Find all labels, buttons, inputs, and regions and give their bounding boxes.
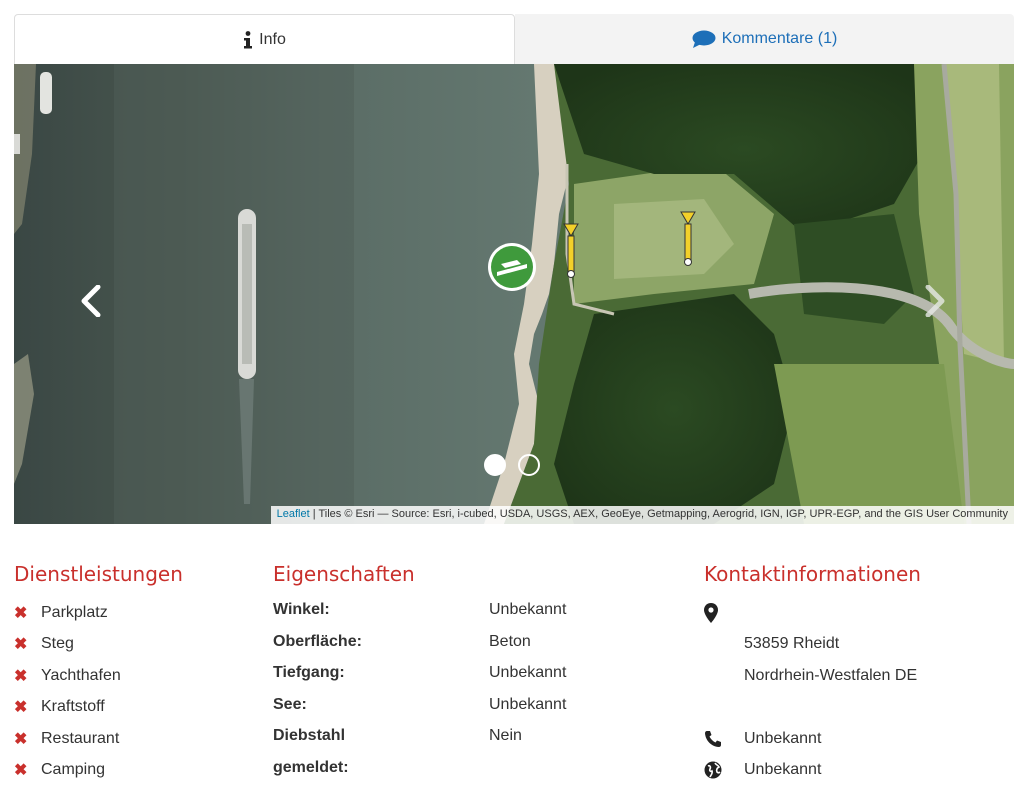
service-label: Yachthafen xyxy=(41,666,121,684)
service-label: Restaurant xyxy=(41,729,120,747)
website-value[interactable]: Unbekannt xyxy=(744,761,821,779)
cross-icon: ✖ xyxy=(14,636,28,654)
table-row: Winkel: Unbekannt xyxy=(273,597,566,629)
cross-icon: ✖ xyxy=(14,604,28,622)
list-item: ✖ Yachthafen xyxy=(14,660,121,692)
table-row: gemeldet: xyxy=(273,755,566,787)
table-row: Diebstahl Nein xyxy=(273,723,566,755)
cross-icon: ✖ xyxy=(14,667,28,685)
attribution-text: | Tiles © Esri — Source: Esri, i-cubed, … xyxy=(309,508,1008,520)
tab-info[interactable]: Info xyxy=(14,14,515,64)
tab-bar: Info Kommentare (1) xyxy=(14,14,1014,64)
contact-info: 53859 Rheidt Nordrhein-Westfalen DE Unbe… xyxy=(704,597,917,786)
carousel-prev-button[interactable] xyxy=(76,281,106,325)
list-item: ✖ Steg xyxy=(14,629,121,661)
list-item: ✖ Kraftstoff xyxy=(14,692,121,724)
service-label: Parkplatz xyxy=(41,603,108,621)
carousel-dot[interactable] xyxy=(518,454,540,476)
property-label: gemeldet: xyxy=(273,758,349,776)
service-label: Camping xyxy=(41,761,106,779)
info-icon xyxy=(243,30,253,49)
spacer-row xyxy=(704,692,917,724)
table-row: See: Unbekannt xyxy=(273,692,566,724)
chevron-left-icon xyxy=(80,284,102,322)
leaflet-link[interactable]: Leaflet xyxy=(277,508,310,520)
tab-info-label: Info xyxy=(259,30,286,48)
property-value: Unbekannt xyxy=(489,601,567,618)
property-value: Nein xyxy=(489,727,522,744)
list-item: ✖ Parkplatz xyxy=(14,597,121,629)
website-row: Unbekannt xyxy=(704,755,917,787)
carousel-indicators xyxy=(484,454,540,476)
address-line2: 53859 Rheidt xyxy=(744,635,840,653)
property-label: Diebstahl xyxy=(273,727,346,744)
address-row: Nordrhein-Westfalen DE xyxy=(704,660,917,692)
property-label: Winkel: xyxy=(273,601,330,618)
comment-icon xyxy=(692,30,716,48)
buoy-marker[interactable] xyxy=(563,222,579,283)
phone-icon xyxy=(704,730,744,748)
properties-table: Winkel: Unbekannt Oberfläche: Beton Tiefga… xyxy=(273,597,566,786)
service-label: Steg xyxy=(41,635,74,653)
carousel-dot[interactable] xyxy=(484,454,506,476)
tab-comments-label: Kommentare (1) xyxy=(721,30,838,47)
map-attribution: Leaflet | Tiles © Esri — Source: Esri, i… xyxy=(270,506,1014,524)
slipway-marker[interactable] xyxy=(487,242,537,297)
properties-heading: Eigenschaften xyxy=(273,562,415,586)
carousel-next-button[interactable] xyxy=(920,281,950,325)
property-label: Oberfläche: xyxy=(273,632,362,650)
globe-icon xyxy=(704,761,744,779)
address-row xyxy=(704,597,917,629)
tab-comments[interactable]: Kommentare (1) xyxy=(515,14,1014,64)
cross-icon: ✖ xyxy=(14,699,28,717)
list-item: ✖ Restaurant xyxy=(14,723,121,755)
buoy-marker[interactable] xyxy=(680,210,696,271)
property-value: Unbekannt xyxy=(489,695,567,713)
property-label: Tiefgang: xyxy=(273,664,345,681)
phone-value[interactable]: Unbekannt xyxy=(744,730,821,748)
service-label: Kraftstoff xyxy=(41,698,105,716)
chevron-right-icon xyxy=(924,284,946,322)
table-row: Tiefgang: Unbekannt xyxy=(273,660,566,692)
address-line3: Nordrhein-Westfalen DE xyxy=(744,666,918,684)
services-heading: Dienstleistungen xyxy=(14,562,183,586)
list-item: ✖ Camping xyxy=(14,755,121,787)
property-value: Beton xyxy=(489,632,531,650)
services-list: ✖ Parkplatz ✖ Steg ✖ Yachthafen ✖ Kraftstoff… xyxy=(14,597,121,786)
map-view[interactable]: Leaflet | Tiles © Esri — Source: Esri, i… xyxy=(14,64,1014,524)
cross-icon: ✖ xyxy=(14,730,28,748)
contact-heading: Kontaktinformationen xyxy=(704,562,921,586)
map-pin-icon xyxy=(704,602,744,623)
property-value: Unbekannt xyxy=(489,664,567,681)
address-row: 53859 Rheidt xyxy=(704,629,917,661)
cross-icon: ✖ xyxy=(14,762,28,780)
phone-row: Unbekannt xyxy=(704,723,917,755)
table-row: Oberfläche: Beton xyxy=(273,629,566,661)
property-label: See: xyxy=(273,695,307,713)
